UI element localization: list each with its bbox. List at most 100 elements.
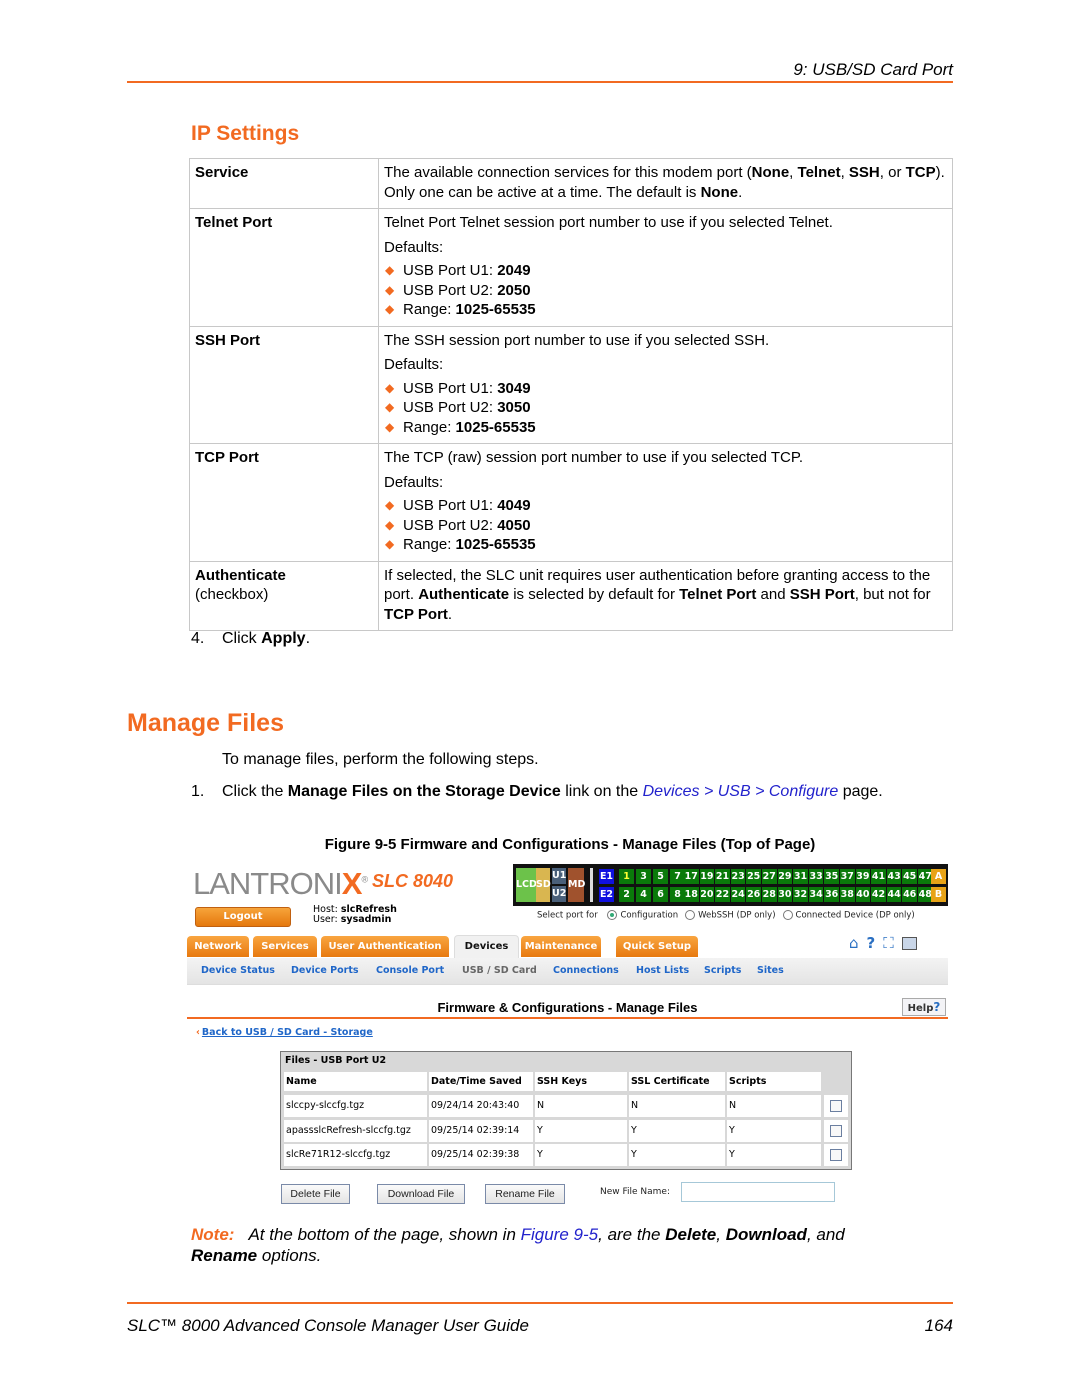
param-row: TCP Port The TCP (raw) session port numbe… [189,443,953,562]
default-item: USB Port U2: 3050 [384,398,947,418]
tab-quick-setup[interactable]: Quick Setup [616,936,698,957]
port-18[interactable]: 18 [684,887,699,902]
tab-devices[interactable]: Devices [454,935,519,959]
intro-text: To manage files, perform the following s… [222,751,539,768]
port-3[interactable]: 3 [636,869,651,884]
port-7[interactable]: 7 [670,869,685,884]
default-item: Range: 1025-65535 [384,300,947,320]
port-23[interactable]: 23 [730,869,746,884]
port-41[interactable]: 41 [871,869,886,884]
modem-block[interactable]: MD [568,868,585,902]
figure-link[interactable]: Figure 9-5 [521,1225,598,1244]
port-20[interactable]: 20 [699,887,715,902]
default-item: Range: 1025-65535 [384,535,947,555]
section-title-ip-settings: IP Settings [191,122,300,145]
port-36[interactable]: 36 [824,887,839,902]
subnav-usb-sd-card[interactable]: USB / SD Card [462,965,537,976]
param-name: Service [189,158,379,209]
radio-connected-device-dp-only-[interactable] [782,910,793,920]
usb-u1-block[interactable]: U1 [552,868,566,884]
home-icon[interactable]: ⌂ [849,934,859,952]
port-37[interactable]: 37 [840,869,855,884]
port-35[interactable]: 35 [824,869,839,884]
port-28[interactable]: 28 [762,887,777,902]
param-row: Telnet Port Telnet Port Telnet session po… [189,208,953,327]
port-4[interactable]: 4 [636,887,651,902]
rename-file-button[interactable]: Rename File [485,1184,565,1204]
question-icon: ? [933,1000,941,1014]
tab-network[interactable]: Network [187,936,249,957]
port-30[interactable]: 30 [777,887,793,902]
subnav-device-status[interactable]: Device Status [201,965,275,976]
port-2[interactable]: 2 [619,887,634,902]
port-27[interactable]: 27 [762,869,777,884]
port-32[interactable]: 32 [793,887,808,902]
subnav-host-lists[interactable]: Host Lists [636,965,689,976]
port-22[interactable]: 22 [715,887,730,902]
subnav-connections[interactable]: Connections [553,965,619,976]
devices-usb-configure-link[interactable]: Devices > USB > Configure [643,783,839,800]
page-number: 164 [924,1316,953,1335]
delete-file-button[interactable]: Delete File [281,1184,350,1204]
fullscreen-icon[interactable]: ⛶ [883,934,894,952]
port-A[interactable]: A [931,869,946,884]
port-29[interactable]: 29 [777,869,793,884]
defaults-list: USB Port U1: 2049USB Port U2: 2050Range:… [384,261,947,320]
screen-icon[interactable] [901,937,917,950]
port-1[interactable]: 1 [619,869,634,884]
lcd-block[interactable]: LCD [516,868,537,902]
port-17[interactable]: 17 [684,869,699,884]
default-item: USB Port U2: 4050 [384,516,947,536]
port-33[interactable]: 33 [808,869,824,884]
file-cell: slccpy-slccfg.tgz [284,1095,427,1117]
port-45[interactable]: 45 [902,869,917,884]
subnav-console-port[interactable]: Console Port [376,965,444,976]
radio-webssh-dp-only-[interactable] [685,910,696,920]
back-link[interactable]: ‹ Back to USB / SD Card - Storage [196,1027,373,1038]
usb-u2-block[interactable]: U2 [552,886,566,902]
param-row: Service The available connection services… [189,158,953,209]
port-34[interactable]: 34 [808,887,824,902]
tab-services[interactable]: Services [253,936,317,957]
file-select-checkbox[interactable] [830,1100,842,1112]
port-E2[interactable]: E2 [599,887,614,902]
default-item: USB Port U1: 3049 [384,379,947,399]
port-39[interactable]: 39 [855,869,871,884]
help-icon[interactable]: ? [867,934,876,952]
file-select-checkbox[interactable] [830,1149,842,1161]
param-description: The SSH session port number to use if yo… [378,325,953,444]
port-25[interactable]: 25 [746,869,761,884]
port-19[interactable]: 19 [699,869,715,884]
port-44[interactable]: 44 [886,887,902,902]
new-file-name-input[interactable] [681,1182,835,1202]
port-38[interactable]: 38 [840,887,855,902]
tab-maintenance[interactable]: Maintenance [521,936,601,957]
port-26[interactable]: 26 [746,887,761,902]
radio-configuration[interactable] [607,910,618,920]
port-21[interactable]: 21 [715,869,730,884]
port-31[interactable]: 31 [793,869,808,884]
chevron-left-icon: ‹ [196,1027,200,1038]
port-46[interactable]: 46 [902,887,917,902]
port-5[interactable]: 5 [653,869,668,884]
logout-button[interactable]: Logout [195,907,291,927]
subnav-scripts[interactable]: Scripts [704,965,741,976]
download-file-button[interactable]: Download File [377,1184,465,1204]
subnav-device-ports[interactable]: Device Ports [291,965,359,976]
port-42[interactable]: 42 [871,887,886,902]
subnav-sites[interactable]: Sites [757,965,784,976]
port-B[interactable]: B [931,887,946,902]
port-40[interactable]: 40 [855,887,871,902]
default-item: USB Port U2: 2050 [384,281,947,301]
port-8[interactable]: 8 [670,887,685,902]
sd-block[interactable]: SD [536,868,551,902]
port-43[interactable]: 43 [886,869,902,884]
column-header: SSH Keys [535,1072,627,1091]
port-6[interactable]: 6 [653,887,668,902]
port-24[interactable]: 24 [730,887,746,902]
file-select-checkbox[interactable] [830,1125,842,1137]
tab-user-authentication[interactable]: User Authentication [321,936,449,957]
port-E1[interactable]: E1 [599,869,614,884]
ip-settings-table: Service The available connection services… [189,158,953,631]
help-button[interactable]: Help? [902,998,946,1016]
